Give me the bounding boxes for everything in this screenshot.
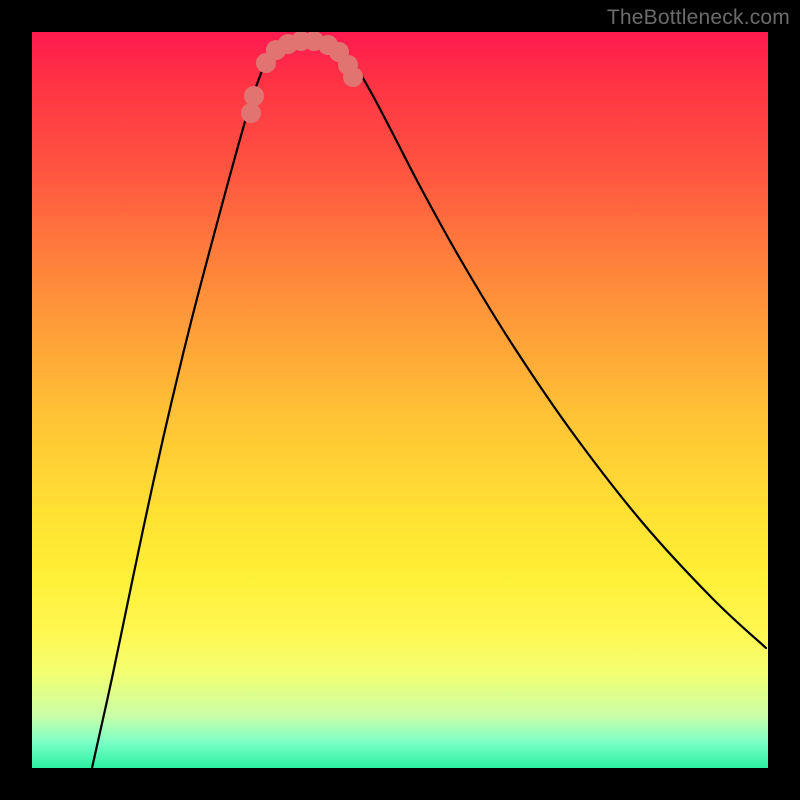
- plot-area: [32, 32, 768, 768]
- marker-dot: [343, 67, 363, 87]
- marker-dot: [241, 103, 261, 123]
- chart-frame: TheBottleneck.com: [0, 0, 800, 800]
- marker-dot: [244, 86, 264, 106]
- bottleneck-curve: [92, 41, 766, 768]
- curve-svg: [32, 32, 768, 768]
- watermark-text: TheBottleneck.com: [607, 6, 790, 30]
